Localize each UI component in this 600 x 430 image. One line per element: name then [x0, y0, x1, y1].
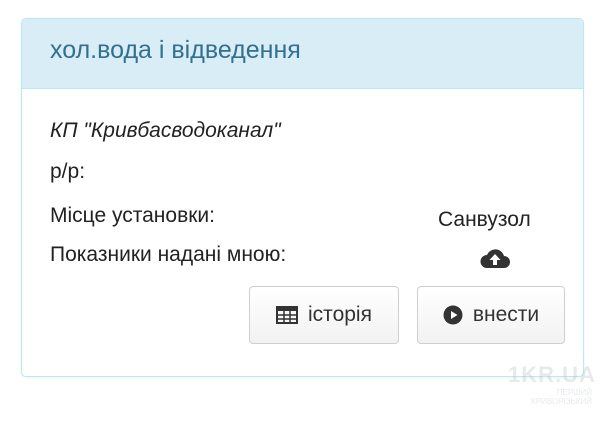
history-button-label: історія [308, 303, 372, 326]
history-button[interactable]: історія [249, 286, 399, 344]
place-label: Місце установки: [50, 204, 215, 227]
place-value: Санвузол [438, 208, 531, 231]
watermark-logo: 1KR.UA [508, 362, 596, 387]
watermark-line3: КРИВОРІЗЬКИЙ [531, 397, 592, 406]
watermark-line2: ПЕРШИЙ [556, 388, 592, 397]
site-watermark: 1KR.UA ПЕРШИЙ КРИВОРІЗЬКИЙ [508, 362, 596, 422]
enter-readings-button[interactable]: внести [417, 286, 565, 344]
account-label: р/р: [50, 160, 86, 183]
play-circle-icon [443, 305, 463, 325]
panel-body: КП "Кривбасводоканал" р/р: Місце установ… [22, 89, 583, 376]
meter-panel: хол.вода і відведення КП "Кривбасводокан… [21, 18, 584, 377]
table-icon [276, 306, 299, 324]
panel-heading: хол.вода і відведення [22, 19, 583, 89]
enter-button-label: внести [472, 303, 540, 326]
panel-title: хол.вода і відведення [50, 36, 301, 64]
provider-name: КП "Кривбасводоканал" [50, 119, 281, 142]
cloud-upload-icon[interactable] [479, 246, 511, 270]
readings-label: Показники надані мною: [50, 243, 287, 266]
